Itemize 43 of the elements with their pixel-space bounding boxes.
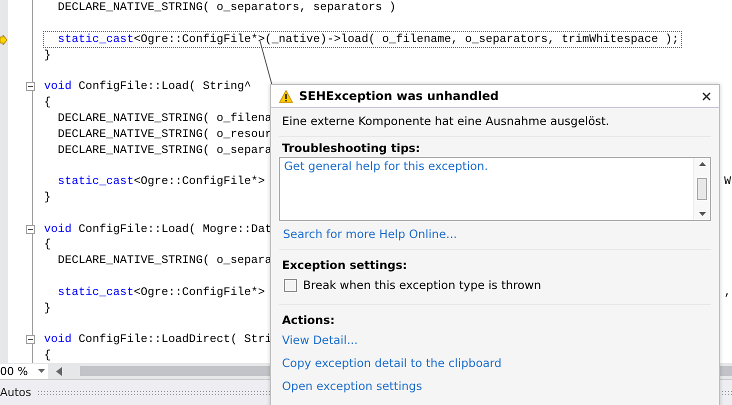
- code-line: DECLARE_NATIVE_STRING( o_resour: [56, 126, 272, 142]
- code-line: static_cast<Ogre::ConfigFile*>(_native)->load( o_filename, o_separators, trimWhitespace );: [44, 32, 681, 47]
- code-line: }: [44, 300, 51, 316]
- scroll-up-icon[interactable]: [698, 162, 706, 166]
- code-line: void ConfigFile::Load( Mogre::Dat: [44, 222, 272, 237]
- collapse-toggle[interactable]: [26, 224, 35, 234]
- exception-message: Eine externe Komponente hat eine Ausnahme ausgelöst.: [279, 108, 711, 137]
- help-link[interactable]: Get general help for this exception.: [284, 159, 488, 173]
- code-fragment: W: [724, 175, 731, 188]
- panel-title: Autos: [0, 386, 32, 400]
- code-line: void ConfigFile::LoadDirect( Stri: [44, 332, 272, 348]
- action-link[interactable]: View Detail...: [282, 333, 358, 347]
- code-line: static_cast<Ogre::ConfigFile*>: [56, 284, 265, 300]
- checkbox-label: Break when this exception type is thrown: [303, 278, 542, 292]
- code-line: DECLARE_NATIVE_STRING( o_filena: [56, 110, 272, 126]
- code-line: {: [44, 95, 51, 110]
- code-line: DECLARE_NATIVE_STRING( o_separators, separators ): [56, 0, 396, 16]
- checkbox[interactable]: [284, 278, 297, 292]
- scroll-left-icon[interactable]: [56, 366, 62, 376]
- dialog-title: SEHException was unhandled: [299, 89, 500, 103]
- action-link[interactable]: Open exception settings: [282, 379, 422, 393]
- zoom-dropdown[interactable]: 00 %: [0, 364, 48, 379]
- code-line: void ConfigFile::Load( String^: [44, 79, 252, 94]
- collapse-toggle[interactable]: [26, 82, 35, 92]
- code-line: static_cast<Ogre::ConfigFile*>: [56, 174, 265, 190]
- code-line: DECLARE_NATIVE_STRING( o_separa: [56, 142, 272, 158]
- code-line: {: [44, 348, 51, 363]
- section-heading: Actions:: [281, 312, 336, 329]
- caret-icon: [38, 369, 45, 374]
- collapse-toggle[interactable]: [26, 335, 35, 344]
- scroll-down-icon[interactable]: [698, 212, 706, 216]
- code-line: {: [44, 237, 51, 252]
- section-heading: Exception settings:: [281, 257, 408, 274]
- scroll-thumb[interactable]: [697, 178, 707, 200]
- section-heading: Troubleshooting tips:: [281, 140, 422, 157]
- code-fragment: ,: [724, 286, 731, 299]
- search-online-link[interactable]: Search for more Help Online...: [283, 227, 458, 241]
- action-link[interactable]: Copy exception detail to the clipboard: [282, 356, 502, 370]
- current-statement-arrow-icon: [0, 34, 7, 44]
- code-line: }: [44, 190, 51, 205]
- code-line: DECLARE_NATIVE_STRING( o_separa: [56, 253, 272, 268]
- code-line: }: [44, 48, 51, 63]
- warning-icon: [279, 90, 293, 102]
